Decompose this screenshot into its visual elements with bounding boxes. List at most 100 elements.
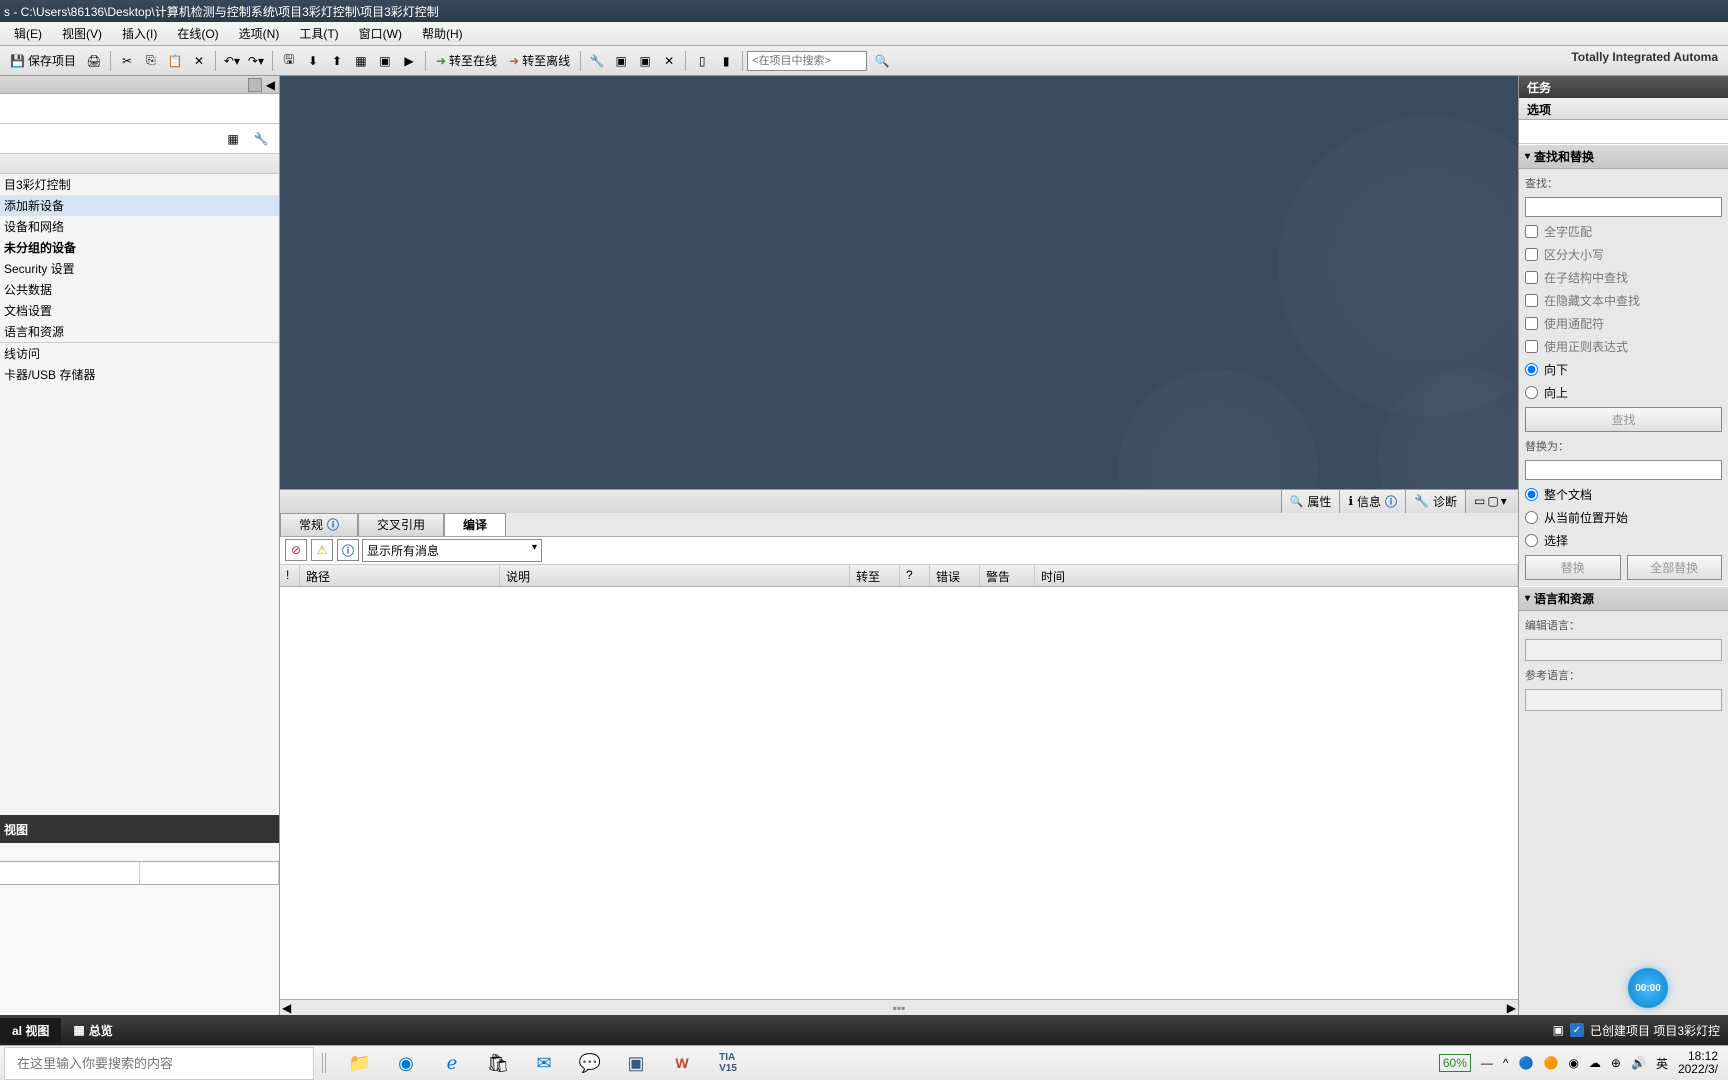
replace-input[interactable] <box>1525 460 1722 480</box>
collapse-icon[interactable] <box>248 78 262 92</box>
replace-all-button[interactable]: 全部替换 <box>1627 555 1723 580</box>
find-button[interactable]: 查找 <box>1525 407 1722 432</box>
col-index[interactable]: ! <box>280 565 300 586</box>
col-time[interactable]: 时间 <box>1035 565 1518 586</box>
tia-icon[interactable]: ▣ <box>622 1049 650 1077</box>
store-icon[interactable]: 🛍 <box>484 1049 512 1077</box>
message-table-body[interactable] <box>280 587 1518 1000</box>
menu-edit[interactable]: 辑(E) <box>4 22 52 45</box>
col-q[interactable]: ? <box>900 565 930 586</box>
tree-item-lang[interactable]: 语言和资源 <box>0 321 279 343</box>
cut-button[interactable] <box>116 50 138 72</box>
menu-online[interactable]: 在线(O) <box>167 22 228 45</box>
tree-item-docs[interactable]: 文档设置 <box>0 300 279 321</box>
project-tree[interactable]: 目3彩灯控制 添加新设备 设备和网络 未分组的设备 Security 设置 公共… <box>0 174 279 815</box>
menu-window[interactable]: 窗口(W) <box>349 22 412 45</box>
windows-search-input[interactable] <box>4 1047 314 1080</box>
copy-button[interactable]: ⎘ <box>140 50 162 72</box>
tray-app2-icon[interactable]: 🟠 <box>1543 1056 1558 1070</box>
replace-button[interactable]: 替换 <box>1525 555 1621 580</box>
menu-insert[interactable]: 插入(I) <box>112 22 167 45</box>
subtab-compile[interactable]: 编译 <box>444 513 506 536</box>
accessible-button[interactable]: 🔧 <box>586 50 608 72</box>
hmi-button[interactable]: ▣ <box>634 50 656 72</box>
tray-app3-icon[interactable]: ◉ <box>1568 1056 1578 1070</box>
wildcard-checkbox[interactable]: 使用通配符 <box>1525 315 1722 332</box>
battery-icon[interactable]: 60% <box>1439 1054 1471 1072</box>
mail-icon[interactable]: ✉ <box>530 1049 558 1077</box>
volume-icon[interactable]: 🔊 <box>1631 1056 1646 1070</box>
device-button[interactable]: ▦ <box>350 50 372 72</box>
tree-item-online-access[interactable]: 线访问 <box>0 343 279 364</box>
error-filter-button[interactable] <box>285 539 307 561</box>
menu-help[interactable]: 帮助(H) <box>412 22 473 45</box>
onedrive-icon[interactable]: ☁ <box>1589 1056 1601 1070</box>
col-desc[interactable]: 说明 <box>500 565 850 586</box>
split-button[interactable]: ▯ <box>691 50 713 72</box>
ref-lang-combo[interactable] <box>1525 689 1722 711</box>
col-path[interactable]: 路径 <box>300 565 500 586</box>
network-icon[interactable]: ⊕ <box>1611 1056 1621 1070</box>
col-goto[interactable]: 转至 <box>850 565 900 586</box>
tree-item-card-reader[interactable]: 卡器/USB 存储器 <box>0 364 279 385</box>
clock-date[interactable]: 2022/3/ <box>1678 1063 1718 1076</box>
menu-tools[interactable]: 工具(T) <box>289 22 348 45</box>
options-title[interactable]: 选项 <box>1519 98 1728 120</box>
search-input[interactable] <box>747 51 867 71</box>
overview-tab[interactable]: ▦ 总览 <box>61 1018 124 1043</box>
details-view-header[interactable]: 视图 <box>0 815 279 843</box>
regex-checkbox[interactable]: 使用正则表达式 <box>1525 338 1722 355</box>
close-button[interactable] <box>658 50 680 72</box>
tab-info[interactable]: ℹ 信息 <box>1339 489 1406 514</box>
substructure-checkbox[interactable]: 在子结构中查找 <box>1525 269 1722 286</box>
tab-properties[interactable]: 属性 <box>1281 489 1341 514</box>
cpu-button[interactable]: ▣ <box>610 50 632 72</box>
tia-v15-icon[interactable]: TIAV15 <box>714 1049 742 1077</box>
menu-view[interactable]: 视图(V) <box>52 22 112 45</box>
undo-button[interactable]: ↶▾ <box>221 50 243 72</box>
hide-icon[interactable]: ◀ <box>266 78 275 92</box>
download-button[interactable]: ⬇ <box>302 50 324 72</box>
inspector-chevron-icon[interactable]: ▾ <box>1501 494 1507 508</box>
up-radio[interactable]: 向上 <box>1525 384 1722 401</box>
tab-diagnostics[interactable]: 🔧 诊断 <box>1405 489 1466 514</box>
start-button[interactable]: ▶ <box>398 50 420 72</box>
menu-options[interactable]: 选项(N) <box>229 22 290 45</box>
edge-legacy-icon[interactable]: ℯ <box>438 1049 466 1077</box>
tree-item-add-device[interactable]: 添加新设备 <box>0 195 279 216</box>
tray-app1-icon[interactable]: 🔵 <box>1519 1056 1534 1070</box>
tray-up-icon[interactable]: ^ <box>1503 1056 1509 1070</box>
search-button[interactable] <box>871 50 893 72</box>
inspector-min-icon[interactable]: ▭ <box>1474 494 1485 508</box>
timer-overlay[interactable]: 00:00 <box>1628 968 1668 1008</box>
whole-doc-radio[interactable]: 整个文档 <box>1525 486 1722 503</box>
warn-filter-button[interactable] <box>311 539 333 561</box>
whole-word-checkbox[interactable]: 全字匹配 <box>1525 223 1722 240</box>
tree-view-button[interactable]: ▦ <box>222 128 244 150</box>
message-scrollbar[interactable]: ◀ ▪▪▪ ▶ <box>280 999 1518 1015</box>
upload-button[interactable]: ⬆ <box>326 50 348 72</box>
selection-radio[interactable]: 选择 <box>1525 532 1722 549</box>
sim-button[interactable]: ▣ <box>374 50 396 72</box>
print-button[interactable] <box>83 50 105 72</box>
wps-icon[interactable]: W <box>668 1049 696 1077</box>
edit-lang-combo[interactable] <box>1525 639 1722 661</box>
col-error[interactable]: 错误 <box>930 565 980 586</box>
col-warn[interactable]: 警告 <box>980 565 1035 586</box>
tree-item-common[interactable]: 公共数据 <box>0 279 279 300</box>
tree-item-project[interactable]: 目3彩灯控制 <box>0 174 279 195</box>
scroll-right-icon[interactable]: ▶ <box>1507 1001 1516 1015</box>
tree-item-ungrouped[interactable]: 未分组的设备 <box>0 237 279 258</box>
from-cursor-radio[interactable]: 从当前位置开始 <box>1525 509 1722 526</box>
tree-device-button[interactable]: 🔧 <box>250 128 272 150</box>
scroll-left-icon[interactable]: ◀ <box>282 1001 291 1015</box>
go-online-button[interactable]: 转至在线 <box>430 50 503 71</box>
info-filter-button[interactable] <box>337 539 359 561</box>
hidden-checkbox[interactable]: 在隐藏文本中查找 <box>1525 292 1722 309</box>
subtab-crossref[interactable]: 交叉引用 <box>358 513 444 536</box>
subtab-general[interactable]: 常规 <box>280 513 358 536</box>
edge-icon[interactable]: ◉ <box>392 1049 420 1077</box>
lang-res-header[interactable]: ▾ 语言和资源 <box>1519 586 1728 611</box>
delete-button[interactable] <box>188 50 210 72</box>
find-replace-header[interactable]: ▾ 查找和替换 <box>1519 144 1728 169</box>
